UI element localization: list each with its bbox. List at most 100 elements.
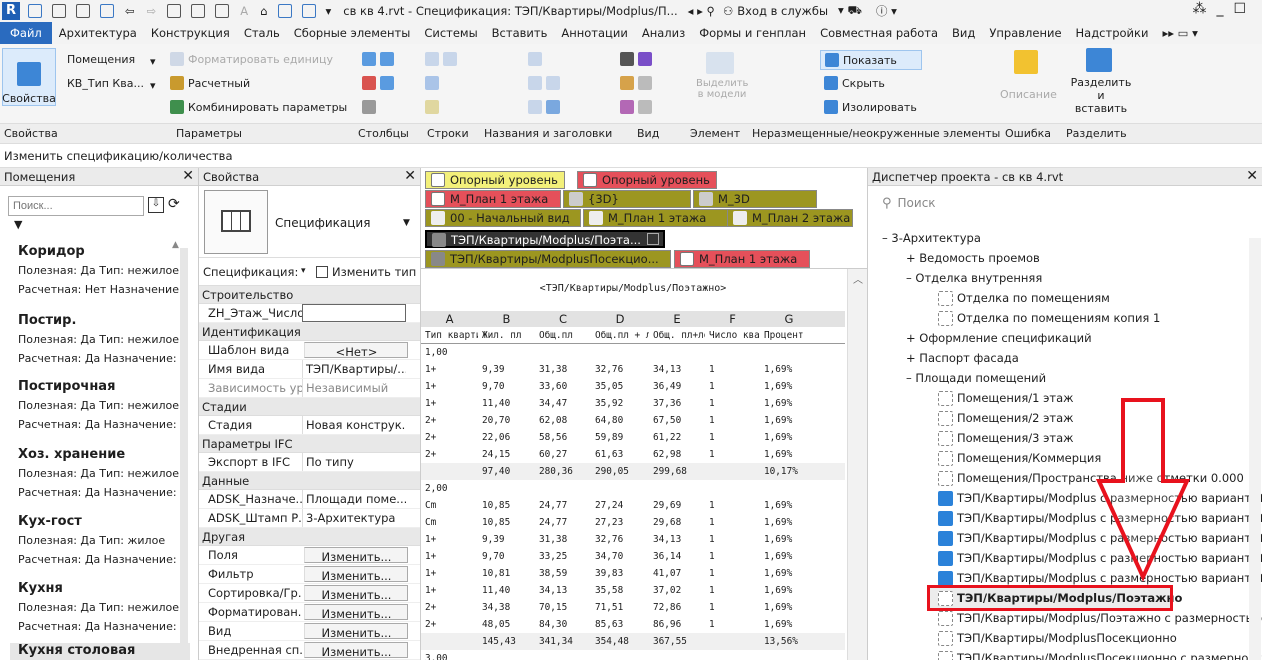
table-cell[interactable]: 41,07 bbox=[649, 568, 705, 579]
room-item[interactable]: Коридор Полезная: Да Тип: нежилое Расчетна… bbox=[18, 244, 188, 302]
table-cell[interactable]: 61,22 bbox=[649, 432, 705, 443]
table-row[interactable]: 2+ 48,05 84,30 85,63 86,96 1 1,69% bbox=[421, 616, 845, 633]
new-file-icon[interactable] bbox=[28, 4, 42, 18]
edit-appearance-button[interactable]: Изменить... bbox=[304, 623, 408, 639]
rooms-search-input[interactable] bbox=[8, 196, 144, 216]
expand-icon[interactable]: + bbox=[906, 251, 919, 265]
calculated-button[interactable]: Расчетный bbox=[170, 76, 250, 90]
table-cell[interactable]: 1 bbox=[705, 398, 760, 409]
edit-embedded-button[interactable]: Изменить... bbox=[304, 642, 408, 658]
table-cell[interactable]: 367,55 bbox=[649, 636, 705, 647]
table-cell[interactable]: 1 bbox=[705, 500, 760, 511]
group-ifc[interactable]: Параметры IFC bbox=[199, 435, 420, 453]
close-icon[interactable]: ✕ bbox=[1246, 168, 1258, 184]
edit-fields-button[interactable]: Изменить... bbox=[304, 547, 408, 563]
column-header[interactable]: Общ.пл bbox=[535, 330, 591, 341]
menu-view[interactable]: Вид bbox=[945, 22, 982, 44]
table-cell[interactable]: 32,76 bbox=[591, 364, 649, 375]
show-button[interactable]: Показать bbox=[820, 50, 922, 70]
table-cell[interactable]: 2+ bbox=[421, 432, 478, 443]
close-icon[interactable] bbox=[647, 233, 659, 245]
table-cell[interactable]: 31,38 bbox=[535, 534, 591, 545]
login-link[interactable]: Вход в службы bbox=[737, 4, 828, 18]
properties-button[interactable]: Свойства bbox=[2, 48, 56, 106]
prop-value[interactable]: Новая конструк... bbox=[302, 416, 406, 434]
collapse-icon[interactable]: – bbox=[906, 371, 915, 385]
browser-view-item[interactable]: Помещения/1 этаж bbox=[938, 388, 1074, 408]
close-icon[interactable]: ✕ bbox=[182, 168, 194, 184]
format-unit-button[interactable]: Форматировать единицу bbox=[170, 52, 333, 66]
browser-folder[interactable]: + Паспорт фасада bbox=[906, 348, 1019, 368]
table-row[interactable]: 1+ 9,39 31,38 32,76 34,13 1 1,69% bbox=[421, 531, 845, 548]
browser-view-item[interactable]: ТЭП/Квартиры/Modplus/Поэтажно bbox=[927, 585, 1182, 611]
column-header[interactable]: Тип кварти bbox=[421, 330, 478, 341]
user-icon[interactable]: ⚇ bbox=[723, 4, 733, 18]
split-insert-button[interactable]: Разделить и вставить bbox=[1070, 48, 1132, 115]
room-item[interactable]: Постир. Полезная: Да Тип: нежилое Расчетна… bbox=[18, 313, 188, 371]
measure-icon[interactable] bbox=[191, 4, 206, 18]
table-cell[interactable]: 35,05 bbox=[591, 381, 649, 392]
group-other[interactable]: Другая bbox=[199, 528, 420, 546]
table-cell[interactable]: 13,56% bbox=[760, 636, 818, 647]
table-cell[interactable]: 11,40 bbox=[478, 585, 535, 596]
sync-icon[interactable] bbox=[100, 4, 114, 18]
tab-level[interactable]: Опорный уровень bbox=[577, 171, 717, 189]
table-cell[interactable]: 24,15 bbox=[478, 449, 535, 460]
room-item[interactable]: Хоз. хранение Полезная: Да Тип: нежилое Ра… bbox=[18, 447, 188, 505]
table-cell[interactable]: 27,23 bbox=[591, 517, 649, 528]
table-cell[interactable]: 1+ bbox=[421, 551, 478, 562]
room-item[interactable]: Кухня Полезная: Да Тип: нежилое Расчетная:… bbox=[18, 581, 188, 639]
table-cell[interactable]: 1+ bbox=[421, 585, 478, 596]
prop-value[interactable]: ТЭП/Квартиры/... bbox=[302, 360, 406, 378]
room-item[interactable]: Кухня столовая bbox=[10, 643, 190, 660]
table-row[interactable]: Cm 10,85 24,77 27,24 29,69 1 1,69% bbox=[421, 497, 845, 514]
table-row[interactable]: 1+ 11,40 34,13 35,58 37,02 1 1,69% bbox=[421, 582, 845, 599]
table-cell[interactable]: 29,68 bbox=[649, 517, 705, 528]
category-dropdown[interactable]: Помещения ▾ bbox=[64, 52, 156, 70]
menu-precast[interactable]: Сборные элементы bbox=[287, 22, 418, 44]
table-row[interactable]: 3,00 bbox=[421, 650, 845, 660]
table-row[interactable]: 2+ 20,70 62,08 64,80 67,50 1 1,69% bbox=[421, 412, 845, 429]
table-cell[interactable]: 1+ bbox=[421, 398, 478, 409]
table-cell[interactable]: 70,15 bbox=[535, 602, 591, 613]
table-row[interactable]: 145,43 341,34 354,48 367,55 13,56% bbox=[421, 633, 845, 650]
group-construction[interactable]: Строительство bbox=[199, 286, 420, 304]
table-cell[interactable]: 85,63 bbox=[591, 619, 649, 630]
table-cell[interactable]: 1,69% bbox=[760, 398, 818, 409]
description-button[interactable]: Описание bbox=[1000, 50, 1057, 101]
table-row[interactable]: 1+ 11,40 34,47 35,92 37,36 1 1,69% bbox=[421, 395, 845, 412]
prop-value[interactable]: 3-Архитектура bbox=[302, 509, 406, 527]
table-cell[interactable]: 34,13 bbox=[649, 534, 705, 545]
sort-arrow-icon[interactable]: ▼ bbox=[14, 218, 22, 231]
menu-addins[interactable]: Надстройки bbox=[1069, 22, 1156, 44]
browser-folder[interactable]: + Ведомость проемов bbox=[906, 248, 1040, 268]
tab-schedule[interactable]: ТЭП/Квартиры/ModplusПосекцио... bbox=[425, 250, 671, 268]
tab-active-schedule[interactable]: ТЭП/Квартиры/Modplus/Поэта... bbox=[425, 230, 665, 248]
clear-cell-button[interactable] bbox=[528, 100, 564, 114]
table-cell[interactable]: 62,98 bbox=[649, 449, 705, 460]
browser-view-item[interactable]: ТЭП/Квартиры/Modplus/Поэтажно с размерно… bbox=[938, 608, 1262, 628]
table-cell[interactable]: 1 bbox=[705, 381, 760, 392]
table-cell[interactable]: 10,85 bbox=[478, 500, 535, 511]
menu-architecture[interactable]: Архитектура bbox=[52, 22, 144, 44]
table-cell[interactable]: 1,69% bbox=[760, 415, 818, 426]
table-cell[interactable]: 34,13 bbox=[649, 364, 705, 375]
cart-icon[interactable]: ▾ ⛟ bbox=[838, 3, 862, 19]
browser-scrollbar[interactable] bbox=[1249, 238, 1261, 660]
table-cell[interactable]: 35,92 bbox=[591, 398, 649, 409]
window-controls[interactable]: ⁂_☐ bbox=[1192, 1, 1256, 17]
table-cell[interactable]: 2+ bbox=[421, 602, 478, 613]
tab-plan[interactable]: М_План 1 этажа bbox=[583, 209, 731, 227]
column-letter[interactable]: C bbox=[535, 312, 591, 326]
table-cell[interactable]: 1,00 bbox=[421, 347, 478, 358]
browser-view-item[interactable]: Помещения/Пространства ниже отметки 0.00… bbox=[938, 468, 1244, 488]
table-cell[interactable]: 2+ bbox=[421, 415, 478, 426]
table-cell[interactable]: 9,39 bbox=[478, 534, 535, 545]
menu-systems[interactable]: Системы bbox=[417, 22, 484, 44]
table-cell[interactable]: 36,14 bbox=[649, 551, 705, 562]
edit-filter-button[interactable]: Изменить... bbox=[304, 566, 408, 582]
table-cell[interactable]: 11,40 bbox=[478, 398, 535, 409]
table-cell[interactable]: 1,69% bbox=[760, 568, 818, 579]
group-phasing[interactable]: Стадии bbox=[199, 398, 420, 416]
column-letter[interactable]: G bbox=[760, 312, 818, 326]
